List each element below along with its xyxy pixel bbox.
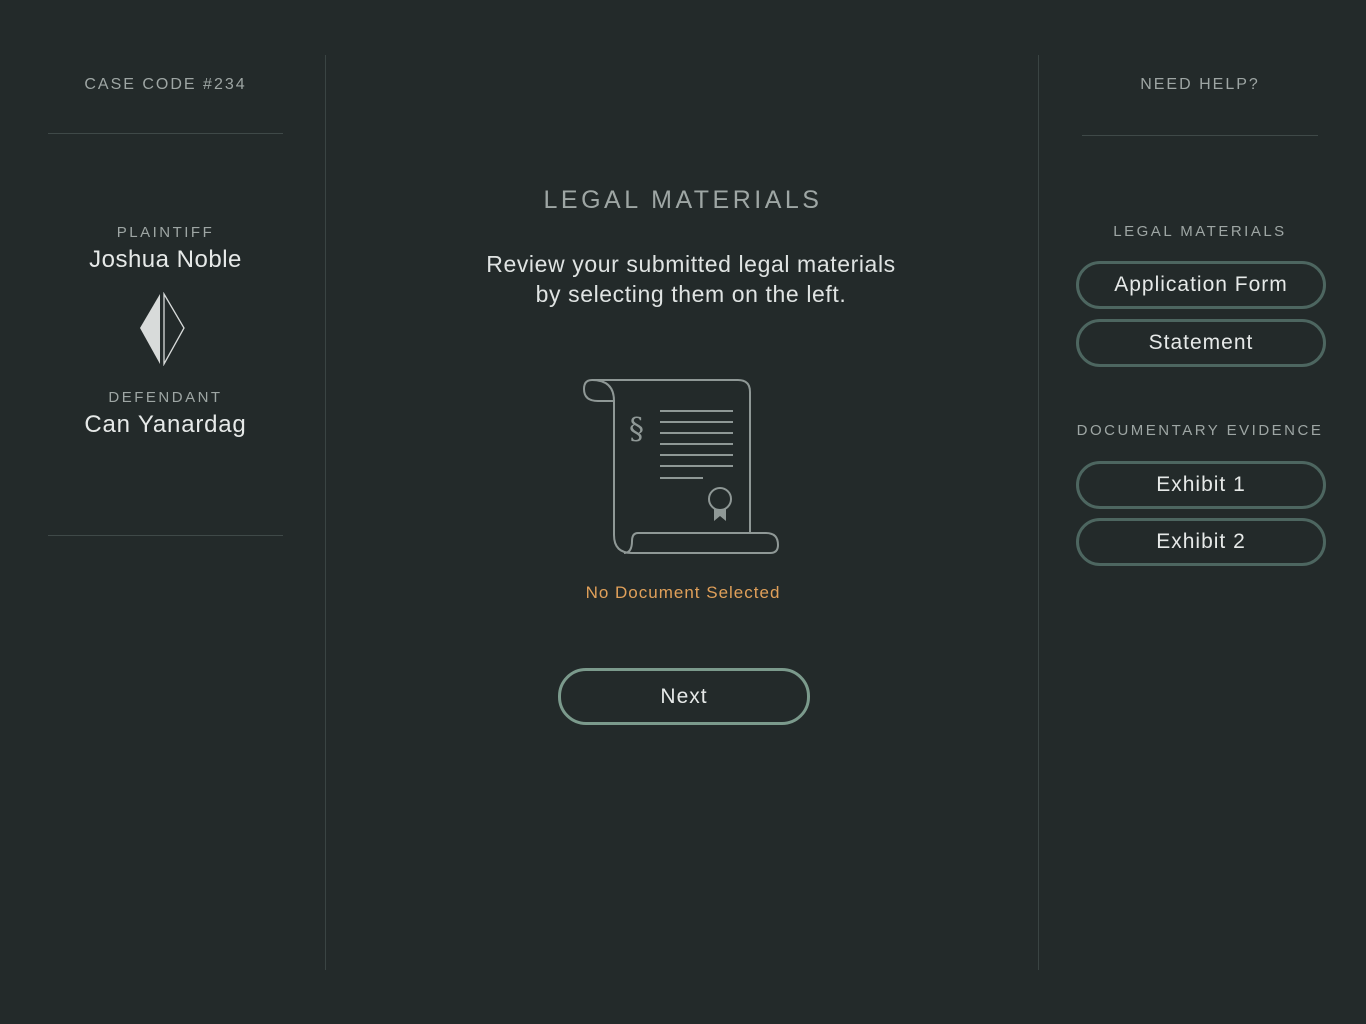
exhibit-2-button[interactable]: Exhibit 2	[1076, 518, 1326, 566]
instructions-line-2: by selecting them on the left.	[535, 281, 847, 307]
right-top-rule	[1082, 135, 1318, 136]
need-help-link[interactable]: NEED HELP?	[1082, 76, 1318, 94]
plaintiff-label: PLAINTIFF	[116, 224, 215, 241]
instructions-text: Review your submitted legal materials by…	[400, 249, 982, 309]
defendant-label: DEFENDANT	[108, 389, 223, 406]
status-text: No Document Selected	[585, 583, 781, 602]
left-divider	[325, 55, 326, 970]
case-code: CASE CODE #234	[84, 76, 247, 93]
defendant-name: Can Yanardag	[84, 411, 247, 438]
instructions-line-1: Review your submitted legal materials	[486, 251, 896, 277]
section-glyph: §	[629, 412, 644, 447]
split-diamond-icon	[136, 291, 190, 371]
page-title: LEGAL MATERIALS	[543, 186, 823, 214]
legal-scroll-icon: §	[580, 375, 784, 564]
left-top-rule	[48, 133, 283, 134]
documentary-evidence-heading: DOCUMENTARY EVIDENCE	[1076, 422, 1324, 439]
application-form-button[interactable]: Application Form	[1076, 261, 1326, 309]
next-button[interactable]: Next	[558, 668, 810, 725]
legal-materials-heading: LEGAL MATERIALS	[1113, 223, 1287, 240]
left-bottom-rule	[48, 535, 283, 536]
exhibit-1-button[interactable]: Exhibit 1	[1076, 461, 1326, 509]
statement-button[interactable]: Statement	[1076, 319, 1326, 367]
plaintiff-name: Joshua Noble	[89, 246, 242, 273]
